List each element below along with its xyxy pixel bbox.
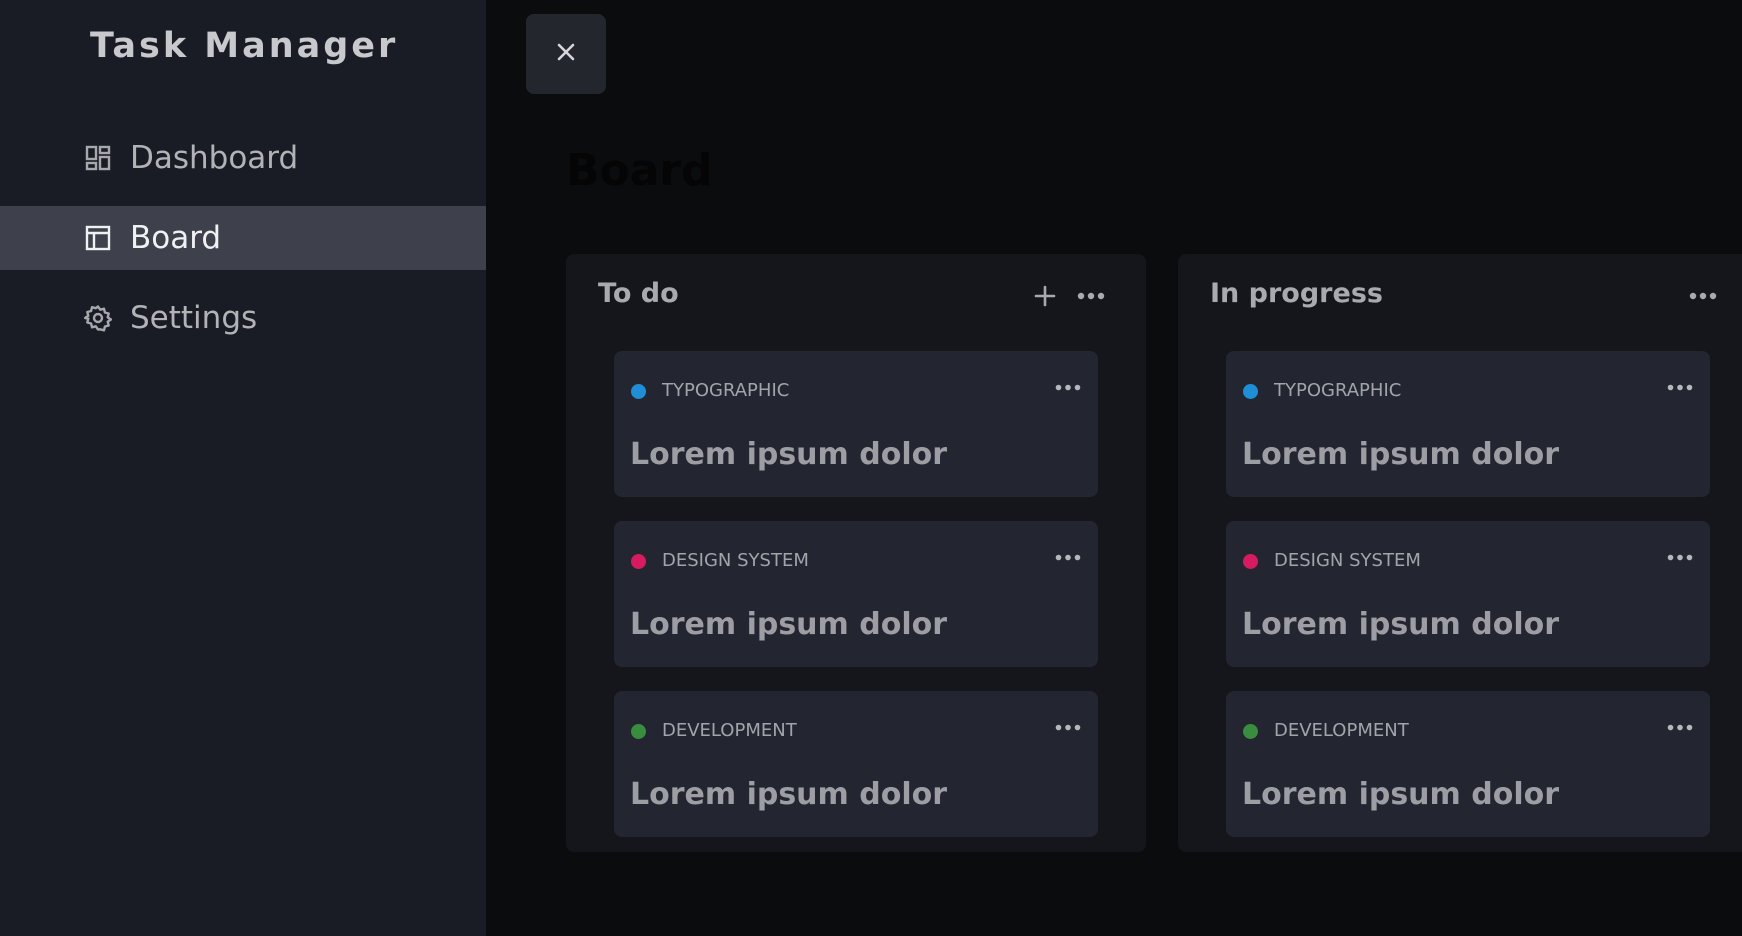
task-card[interactable]: DEVELOPMENT Lorem ipsum dolor — [614, 691, 1098, 837]
card-tag: TYPOGRAPHIC — [1274, 380, 1402, 401]
task-card[interactable]: DESIGN SYSTEM Lorem ipsum dolor — [1226, 521, 1710, 667]
card-tag: DEVELOPMENT — [1274, 720, 1409, 741]
board-icon — [84, 224, 112, 252]
sidebar: Task Manager Dashboard Board Settings — [0, 0, 486, 936]
tag-dot — [631, 554, 646, 569]
sidebar-item-board[interactable]: Board — [0, 206, 486, 270]
card-title: Lorem ipsum dolor — [1242, 777, 1560, 812]
column-more-button[interactable] — [1688, 281, 1718, 311]
gear-icon — [84, 304, 112, 332]
task-card[interactable]: TYPOGRAPHIC Lorem ipsum dolor — [614, 351, 1098, 497]
add-card-button[interactable] — [1030, 281, 1060, 311]
column-title: In progress — [1210, 278, 1383, 309]
tag-dot — [1243, 554, 1258, 569]
card-tag: DEVELOPMENT — [662, 720, 797, 741]
column-todo: To do TYPOGRAPHIC Lorem ipsum dolor DESI… — [566, 254, 1146, 852]
card-title: Lorem ipsum dolor — [630, 777, 948, 812]
card-title: Lorem ipsum dolor — [630, 437, 948, 472]
dashboard-icon — [84, 144, 112, 172]
card-tag: TYPOGRAPHIC — [662, 380, 790, 401]
column-title: To do — [598, 278, 679, 309]
card-more-button[interactable] — [1052, 547, 1084, 567]
tag-dot — [631, 384, 646, 399]
sidebar-item-settings[interactable]: Settings — [0, 286, 486, 350]
card-title: Lorem ipsum dolor — [1242, 607, 1560, 642]
sidebar-item-label: Board — [130, 220, 222, 256]
sidebar-item-label: Settings — [130, 300, 258, 336]
column-in-progress: In progress TYPOGRAPHIC Lorem ipsum dolo… — [1178, 254, 1742, 852]
close-icon — [556, 42, 576, 66]
page-title: Board — [566, 145, 713, 196]
tag-dot — [631, 724, 646, 739]
sidebar-item-dashboard[interactable]: Dashboard — [0, 126, 486, 190]
card-more-button[interactable] — [1052, 377, 1084, 397]
task-card[interactable]: TYPOGRAPHIC Lorem ipsum dolor — [1226, 351, 1710, 497]
sidebar-item-label: Dashboard — [130, 140, 299, 176]
task-card[interactable]: DEVELOPMENT Lorem ipsum dolor — [1226, 691, 1710, 837]
card-more-button[interactable] — [1052, 717, 1084, 737]
card-tag: DESIGN SYSTEM — [1274, 550, 1421, 571]
close-button[interactable] — [526, 14, 606, 94]
main-content: Board To do TYPOGRAPHIC Lorem ipsum dolo… — [486, 0, 1742, 936]
card-more-button[interactable] — [1664, 377, 1696, 397]
column-more-button[interactable] — [1076, 281, 1106, 311]
tag-dot — [1243, 384, 1258, 399]
task-card[interactable]: DESIGN SYSTEM Lorem ipsum dolor — [614, 521, 1098, 667]
card-more-button[interactable] — [1664, 717, 1696, 737]
tag-dot — [1243, 724, 1258, 739]
card-tag: DESIGN SYSTEM — [662, 550, 809, 571]
card-more-button[interactable] — [1664, 547, 1696, 567]
card-title: Lorem ipsum dolor — [1242, 437, 1560, 472]
app-title: Task Manager — [90, 26, 399, 66]
card-title: Lorem ipsum dolor — [630, 607, 948, 642]
app-window: Task Manager Dashboard Board Settings Bo… — [0, 0, 1742, 936]
